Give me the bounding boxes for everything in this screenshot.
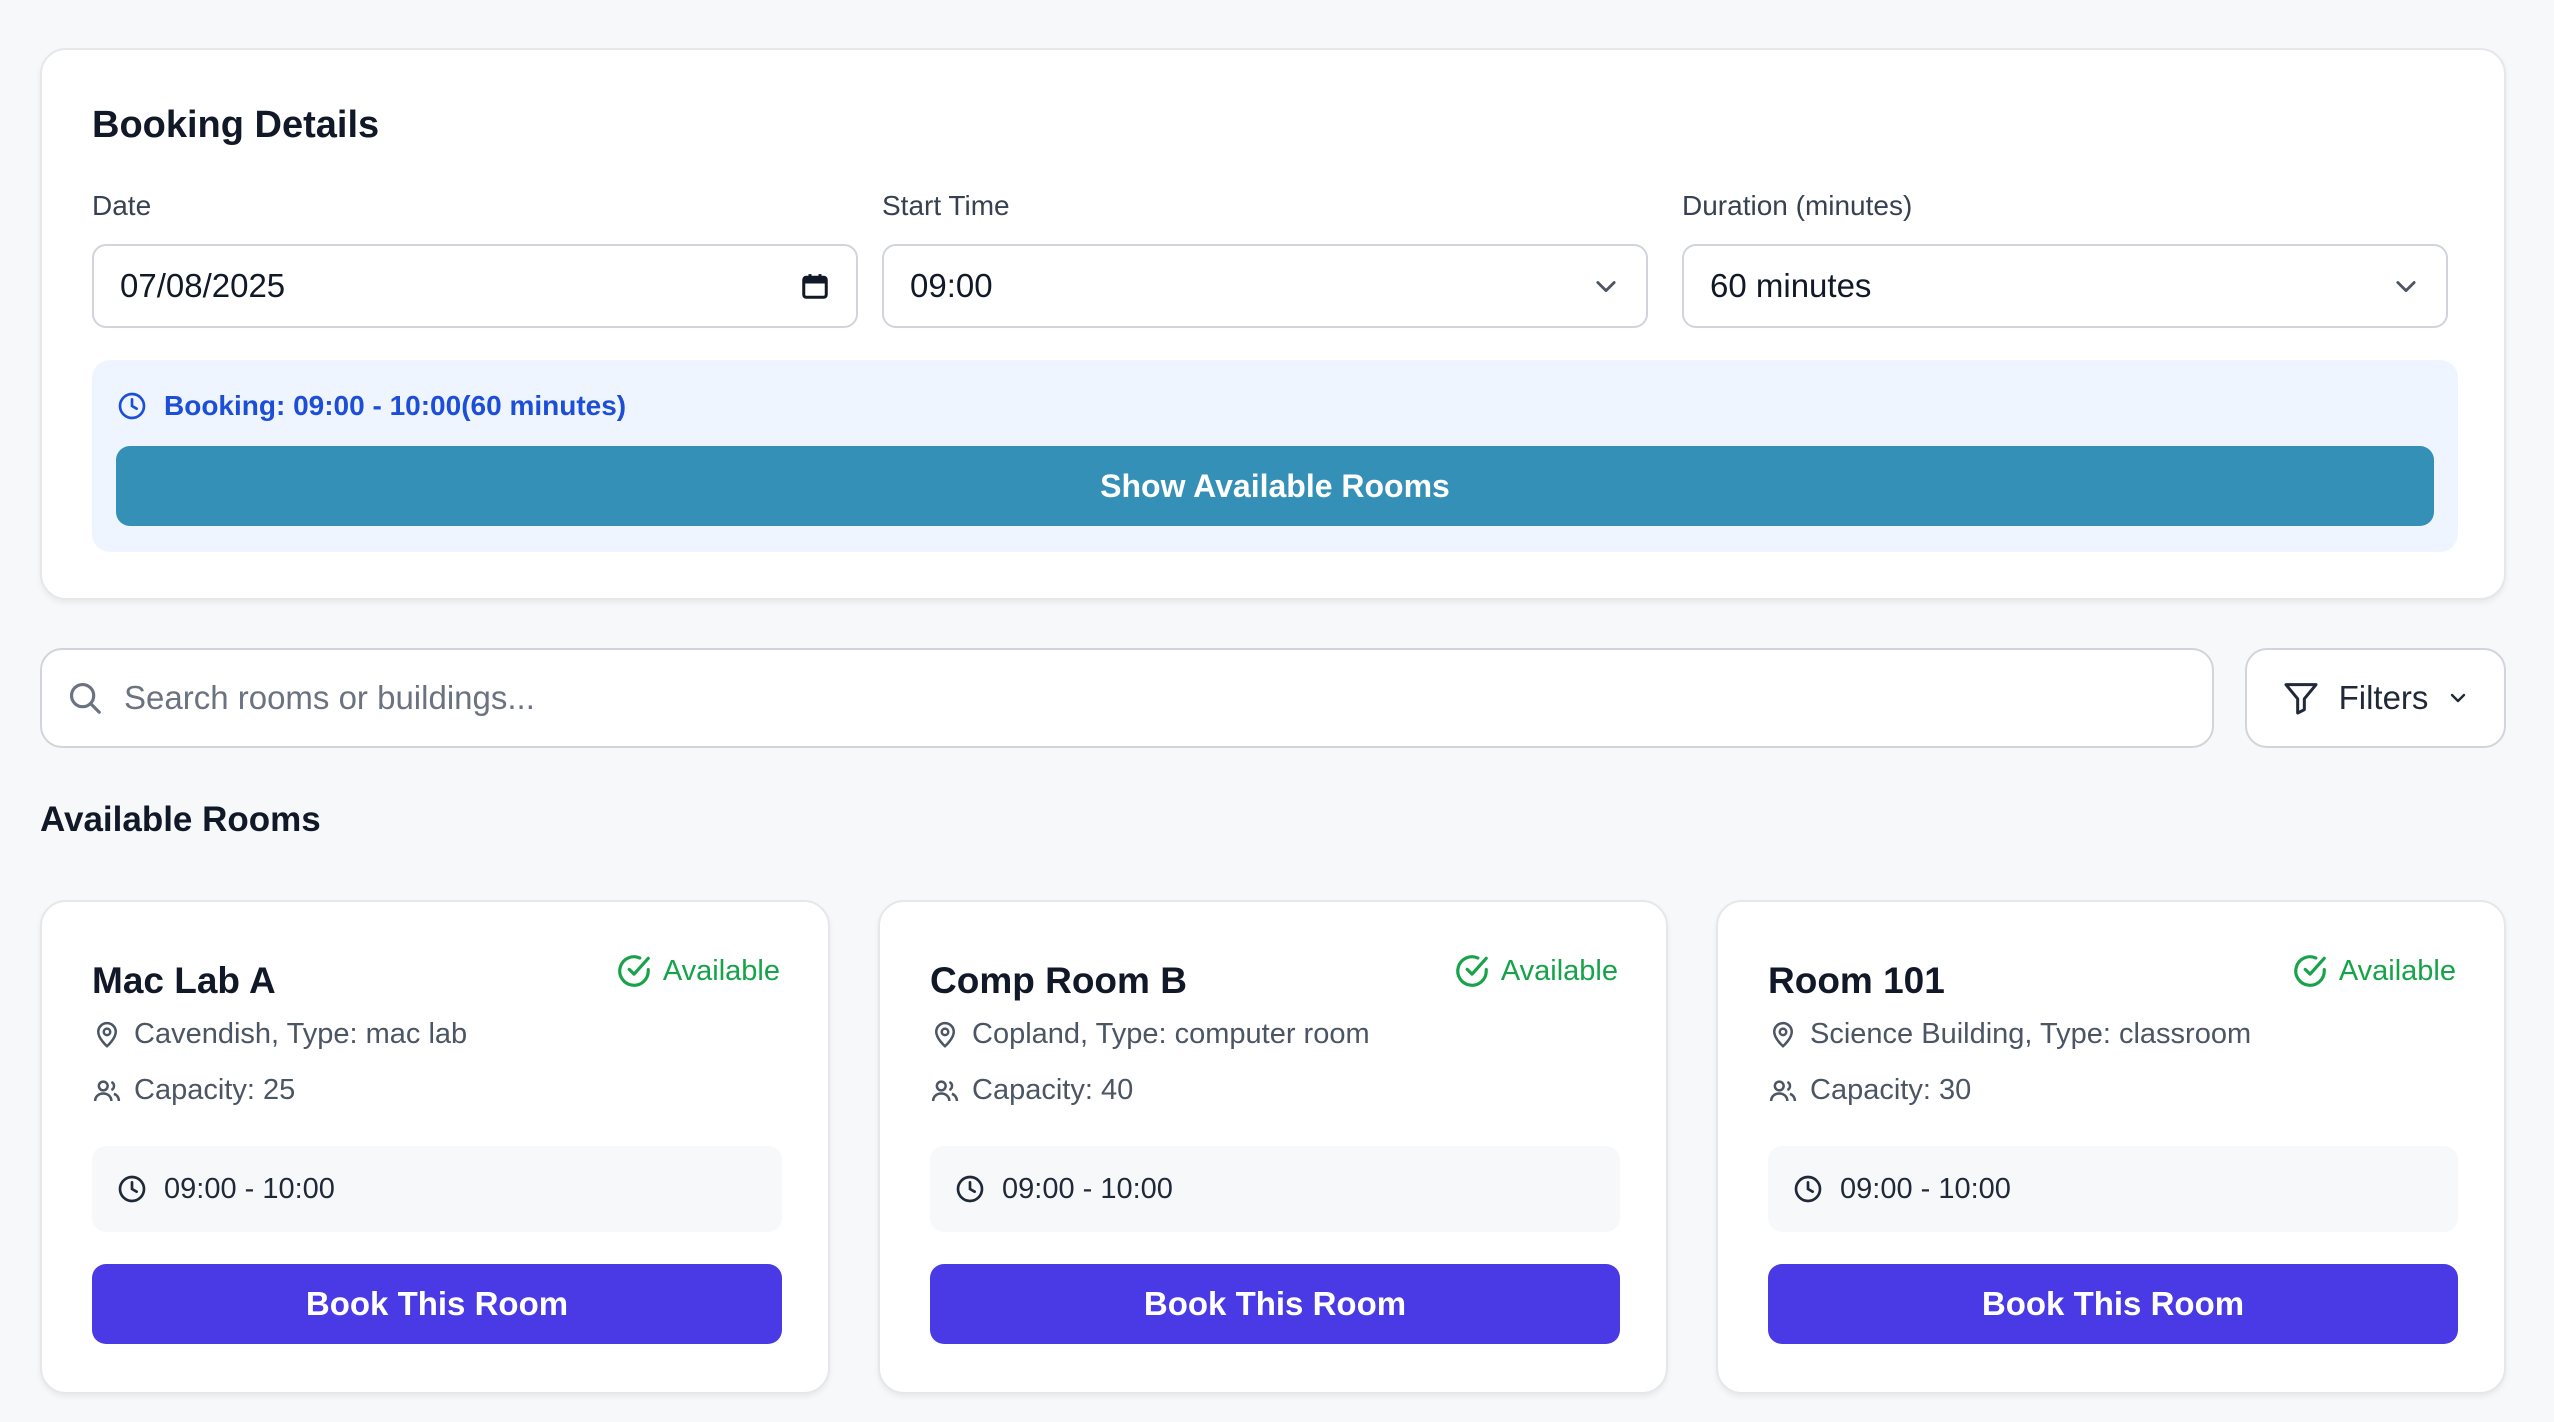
- room-card: Room 101 Available Science Building, Typ…: [1716, 900, 2506, 1394]
- clock-icon: [118, 392, 146, 420]
- room-capacity: Capacity: 40: [930, 1074, 1133, 1107]
- map-pin-icon: [1772, 1021, 1794, 1048]
- status-badge: Available: [615, 952, 780, 990]
- search-box: [40, 648, 2214, 748]
- book-room-button[interactable]: Book This Room: [92, 1264, 782, 1344]
- filters-label: Filters: [2338, 679, 2429, 716]
- check-circle-icon: [1456, 955, 1488, 987]
- start-time-value: 09:00: [910, 267, 993, 304]
- room-card: Comp Room B Available Copland, Type: com…: [878, 900, 1668, 1394]
- room-name: Mac Lab A: [92, 960, 276, 1001]
- booking-summary-panel: Booking: 09:00 - 10:00(60 minutes) Show …: [92, 360, 2458, 552]
- page: Booking Details Date Start Time Duration…: [0, 0, 2554, 1422]
- start-time-select[interactable]: 09:00: [882, 244, 1648, 328]
- show-available-rooms-button[interactable]: Show Available Rooms: [116, 446, 2434, 526]
- duration-value: 60 minutes: [1710, 267, 1872, 304]
- date-label: Date: [92, 190, 152, 221]
- room-card: Mac Lab A Available Cavendish, Type: mac…: [40, 900, 830, 1394]
- duration-select[interactable]: 60 minutes: [1682, 244, 2448, 328]
- time-slot: 09:00 - 10:00: [930, 1146, 1620, 1232]
- users-icon: [1769, 1079, 1797, 1101]
- time-slot: 09:00 - 10:00: [92, 1146, 782, 1232]
- filters-button[interactable]: Filters: [2245, 648, 2506, 748]
- chevron-down-icon: [1596, 281, 1616, 293]
- search-icon: [69, 682, 101, 714]
- clock-icon: [118, 1175, 146, 1203]
- status-text: Available: [2338, 954, 2456, 987]
- users-icon: [931, 1079, 959, 1101]
- time-slot: 09:00 - 10:00: [1768, 1146, 2458, 1232]
- start-time-label: Start Time: [882, 190, 1010, 221]
- chevron-down-icon: [2396, 281, 2416, 293]
- users-icon: [93, 1079, 121, 1101]
- room-name: Room 101: [1768, 960, 1945, 1001]
- time-slot-text: 09:00 - 10:00: [1002, 1172, 1173, 1205]
- time-slot-text: 09:00 - 10:00: [1840, 1172, 2011, 1205]
- calendar-icon[interactable]: [800, 271, 830, 301]
- search-input[interactable]: [124, 679, 2212, 717]
- booking-summary: Booking: 09:00 - 10:00(60 minutes): [116, 386, 626, 426]
- status-badge: Available: [1453, 952, 1618, 990]
- check-circle-icon: [618, 955, 650, 987]
- room-location: Copland, Type: computer room: [930, 1018, 1370, 1051]
- booking-summary-text: Booking: 09:00 - 10:00(60 minutes): [164, 390, 627, 421]
- room-location: Cavendish, Type: mac lab: [92, 1018, 467, 1051]
- room-capacity: Capacity: 30: [1768, 1074, 1971, 1107]
- clock-icon: [1794, 1175, 1822, 1203]
- book-room-button[interactable]: Book This Room: [930, 1264, 1620, 1344]
- room-capacity: Capacity: 25: [92, 1074, 295, 1107]
- room-location-text: Cavendish, Type: mac lab: [134, 1018, 468, 1050]
- booking-title: Booking Details: [92, 104, 380, 146]
- room-location-text: Copland, Type: computer room: [972, 1018, 1370, 1050]
- clock-icon: [956, 1175, 984, 1203]
- date-value: 07/08/2025: [120, 267, 286, 304]
- status-text: Available: [662, 954, 780, 987]
- map-pin-icon: [96, 1021, 118, 1048]
- duration-label: Duration (minutes): [1682, 190, 1913, 221]
- status-text: Available: [1500, 954, 1618, 987]
- chevron-down-icon: [2451, 693, 2466, 703]
- available-rooms-title: Available Rooms: [40, 800, 321, 839]
- room-location: Science Building, Type: classroom: [1768, 1018, 2251, 1051]
- time-slot-text: 09:00 - 10:00: [164, 1172, 335, 1205]
- room-name: Comp Room B: [930, 960, 1187, 1001]
- booking-details-card: Booking Details Date Start Time Duration…: [40, 48, 2506, 600]
- room-location-text: Science Building, Type: classroom: [1810, 1018, 2252, 1050]
- date-input[interactable]: 07/08/2025: [92, 244, 858, 328]
- room-capacity-text: Capacity: 30: [1810, 1074, 1972, 1106]
- room-capacity-text: Capacity: 25: [134, 1074, 296, 1106]
- check-circle-icon: [2294, 955, 2326, 987]
- map-pin-icon: [934, 1021, 956, 1048]
- filter-icon: [2284, 683, 2318, 715]
- room-capacity-text: Capacity: 40: [972, 1074, 1134, 1106]
- book-room-button[interactable]: Book This Room: [1768, 1264, 2458, 1344]
- status-badge: Available: [2291, 952, 2456, 990]
